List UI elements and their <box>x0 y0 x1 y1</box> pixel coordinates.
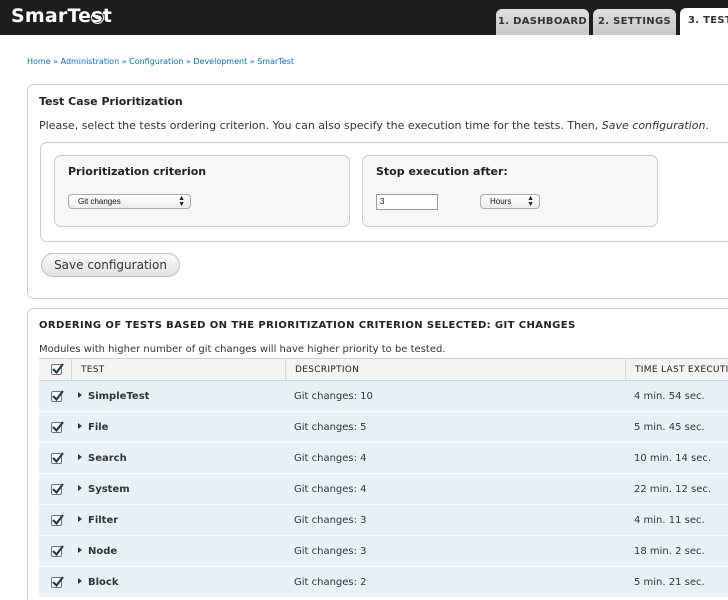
test-time-last-execution: 4 min. 54 sec. <box>634 391 705 402</box>
test-description: Git changes: 3 <box>294 515 367 526</box>
criterion-title: Prioritization criterion <box>68 165 207 178</box>
table-row: File Git changes: 5 5 min. 45 sec. <box>39 412 728 443</box>
test-time-last-execution: 22 min. 12 sec. <box>634 484 712 495</box>
test-name-label: Search <box>88 453 127 464</box>
checkmark-icon <box>52 421 64 433</box>
row-select-cell <box>39 505 71 536</box>
select-arrows-icon: ▲ ▼ <box>527 195 534 208</box>
test-description: Git changes: 5 <box>294 422 367 433</box>
tests-table: TEST DESCRIPTION TIME LAST EXECUTION Sim… <box>39 358 728 598</box>
test-time-last-execution: 5 min. 45 sec. <box>634 422 705 433</box>
row-select-cell <box>39 412 71 443</box>
column-header-test[interactable]: TEST <box>71 359 285 381</box>
test-time-last-execution: 4 min. 11 sec. <box>634 515 705 526</box>
test-name-label: Node <box>88 546 118 557</box>
row-checkbox[interactable] <box>51 421 64 433</box>
test-description: Git changes: 10 <box>294 391 373 402</box>
checkmark-icon <box>52 390 64 402</box>
table-row: Block Git changes: 2 5 min. 21 sec. <box>39 567 728 598</box>
test-name-label: Filter <box>88 515 119 526</box>
description-emphasis: Save configuration <box>601 119 706 132</box>
test-name-label: SimpleTest <box>88 391 150 402</box>
test-name[interactable]: Search <box>78 443 127 474</box>
stop-execution-input[interactable]: 3 <box>376 194 438 210</box>
triangle-right-icon[interactable] <box>78 392 82 398</box>
triangle-right-icon[interactable] <box>78 578 82 584</box>
checkmark-icon <box>52 483 64 495</box>
triangle-right-icon[interactable] <box>78 423 82 429</box>
triangle-right-icon[interactable] <box>78 547 82 553</box>
ordering-title: ORDERING OF TESTS BASED ON THE PRIORITIZ… <box>39 320 576 331</box>
time-unit-select-value: Hours <box>490 197 512 206</box>
stop-execution-title: Stop execution after: <box>376 165 508 178</box>
top-header-bar: SmarTest 1. DASHBOARD 2. SETTINGS 3. TES… <box>0 0 728 35</box>
triangle-right-icon[interactable] <box>78 485 82 491</box>
tab-test[interactable]: 3. TEST <box>680 8 728 35</box>
test-name[interactable]: Filter <box>78 505 118 536</box>
row-checkbox[interactable] <box>51 514 64 526</box>
breadcrumb[interactable]: Home » Administration » Configuration » … <box>27 57 294 66</box>
triangle-right-icon[interactable] <box>78 516 82 522</box>
row-select-cell <box>39 567 71 598</box>
test-description: Git changes: 3 <box>294 546 367 557</box>
table-row: Filter Git changes: 3 4 min. 11 sec. <box>39 505 728 536</box>
checkmark-icon <box>52 576 64 588</box>
checkmark-icon <box>52 514 64 526</box>
triangle-right-icon[interactable] <box>78 454 82 460</box>
row-checkbox[interactable] <box>51 576 64 588</box>
test-name[interactable]: System <box>78 474 130 505</box>
column-header-time[interactable]: TIME LAST EXECUTION <box>625 359 728 381</box>
checkmark-icon <box>52 452 64 464</box>
test-description: Git changes: 4 <box>294 484 367 495</box>
test-description: Git changes: 4 <box>294 453 367 464</box>
row-select-cell <box>39 474 71 505</box>
test-name-label: File <box>88 422 109 433</box>
column-header-description[interactable]: DESCRIPTION <box>285 359 625 381</box>
time-unit-select[interactable]: Hours ▲ ▼ <box>480 194 540 209</box>
select-all-checkbox[interactable] <box>51 363 64 375</box>
checkmark-icon <box>52 545 64 557</box>
table-header: TEST DESCRIPTION TIME LAST EXECUTION <box>39 358 728 381</box>
description-suffix: . <box>705 119 709 132</box>
row-checkbox[interactable] <box>51 390 64 402</box>
test-name[interactable]: Block <box>78 567 119 598</box>
row-checkbox[interactable] <box>51 545 64 557</box>
tab-settings[interactable]: 2. SETTINGS <box>593 9 676 35</box>
test-name[interactable]: File <box>78 412 108 443</box>
prioritization-title: Test Case Prioritization <box>39 95 183 108</box>
test-description: Git changes: 2 <box>294 577 367 588</box>
test-time-last-execution: 5 min. 21 sec. <box>634 577 705 588</box>
test-name[interactable]: Node <box>78 536 117 567</box>
save-configuration-button[interactable]: Save configuration <box>41 253 180 277</box>
row-checkbox[interactable] <box>51 452 64 464</box>
table-row: Search Git changes: 4 10 min. 14 sec. <box>39 443 728 474</box>
criterion-select-value: Git changes <box>78 197 121 206</box>
tab-dashboard[interactable]: 1. DASHBOARD <box>496 9 589 35</box>
table-row: Node Git changes: 3 18 min. 2 sec. <box>39 536 728 567</box>
prioritization-description: Please, select the tests ordering criter… <box>39 119 709 132</box>
table-row: System Git changes: 4 22 min. 12 sec. <box>39 474 728 505</box>
table-row: SimpleTest Git changes: 10 4 min. 54 sec. <box>39 381 728 412</box>
select-arrows-icon: ▲ ▼ <box>178 195 185 208</box>
row-select-cell <box>39 443 71 474</box>
test-name-label: System <box>88 484 130 495</box>
row-select-cell <box>39 536 71 567</box>
test-time-last-execution: 10 min. 14 sec. <box>634 453 712 464</box>
checkmark-icon <box>52 363 64 375</box>
test-name[interactable]: SimpleTest <box>78 381 149 412</box>
row-checkbox[interactable] <box>51 483 64 495</box>
test-name-label: Block <box>88 577 119 588</box>
row-select-cell <box>39 381 71 412</box>
table-body: SimpleTest Git changes: 10 4 min. 54 sec. F… <box>39 381 728 598</box>
description-prefix: Please, select the tests ordering criter… <box>39 119 602 132</box>
circle-dot-icon[interactable] <box>91 11 104 24</box>
ordering-description: Modules with higher number of git change… <box>39 344 446 355</box>
header-select-all <box>39 359 71 381</box>
criterion-select[interactable]: Git changes ▲ ▼ <box>68 194 191 209</box>
test-time-last-execution: 18 min. 2 sec. <box>634 546 705 557</box>
